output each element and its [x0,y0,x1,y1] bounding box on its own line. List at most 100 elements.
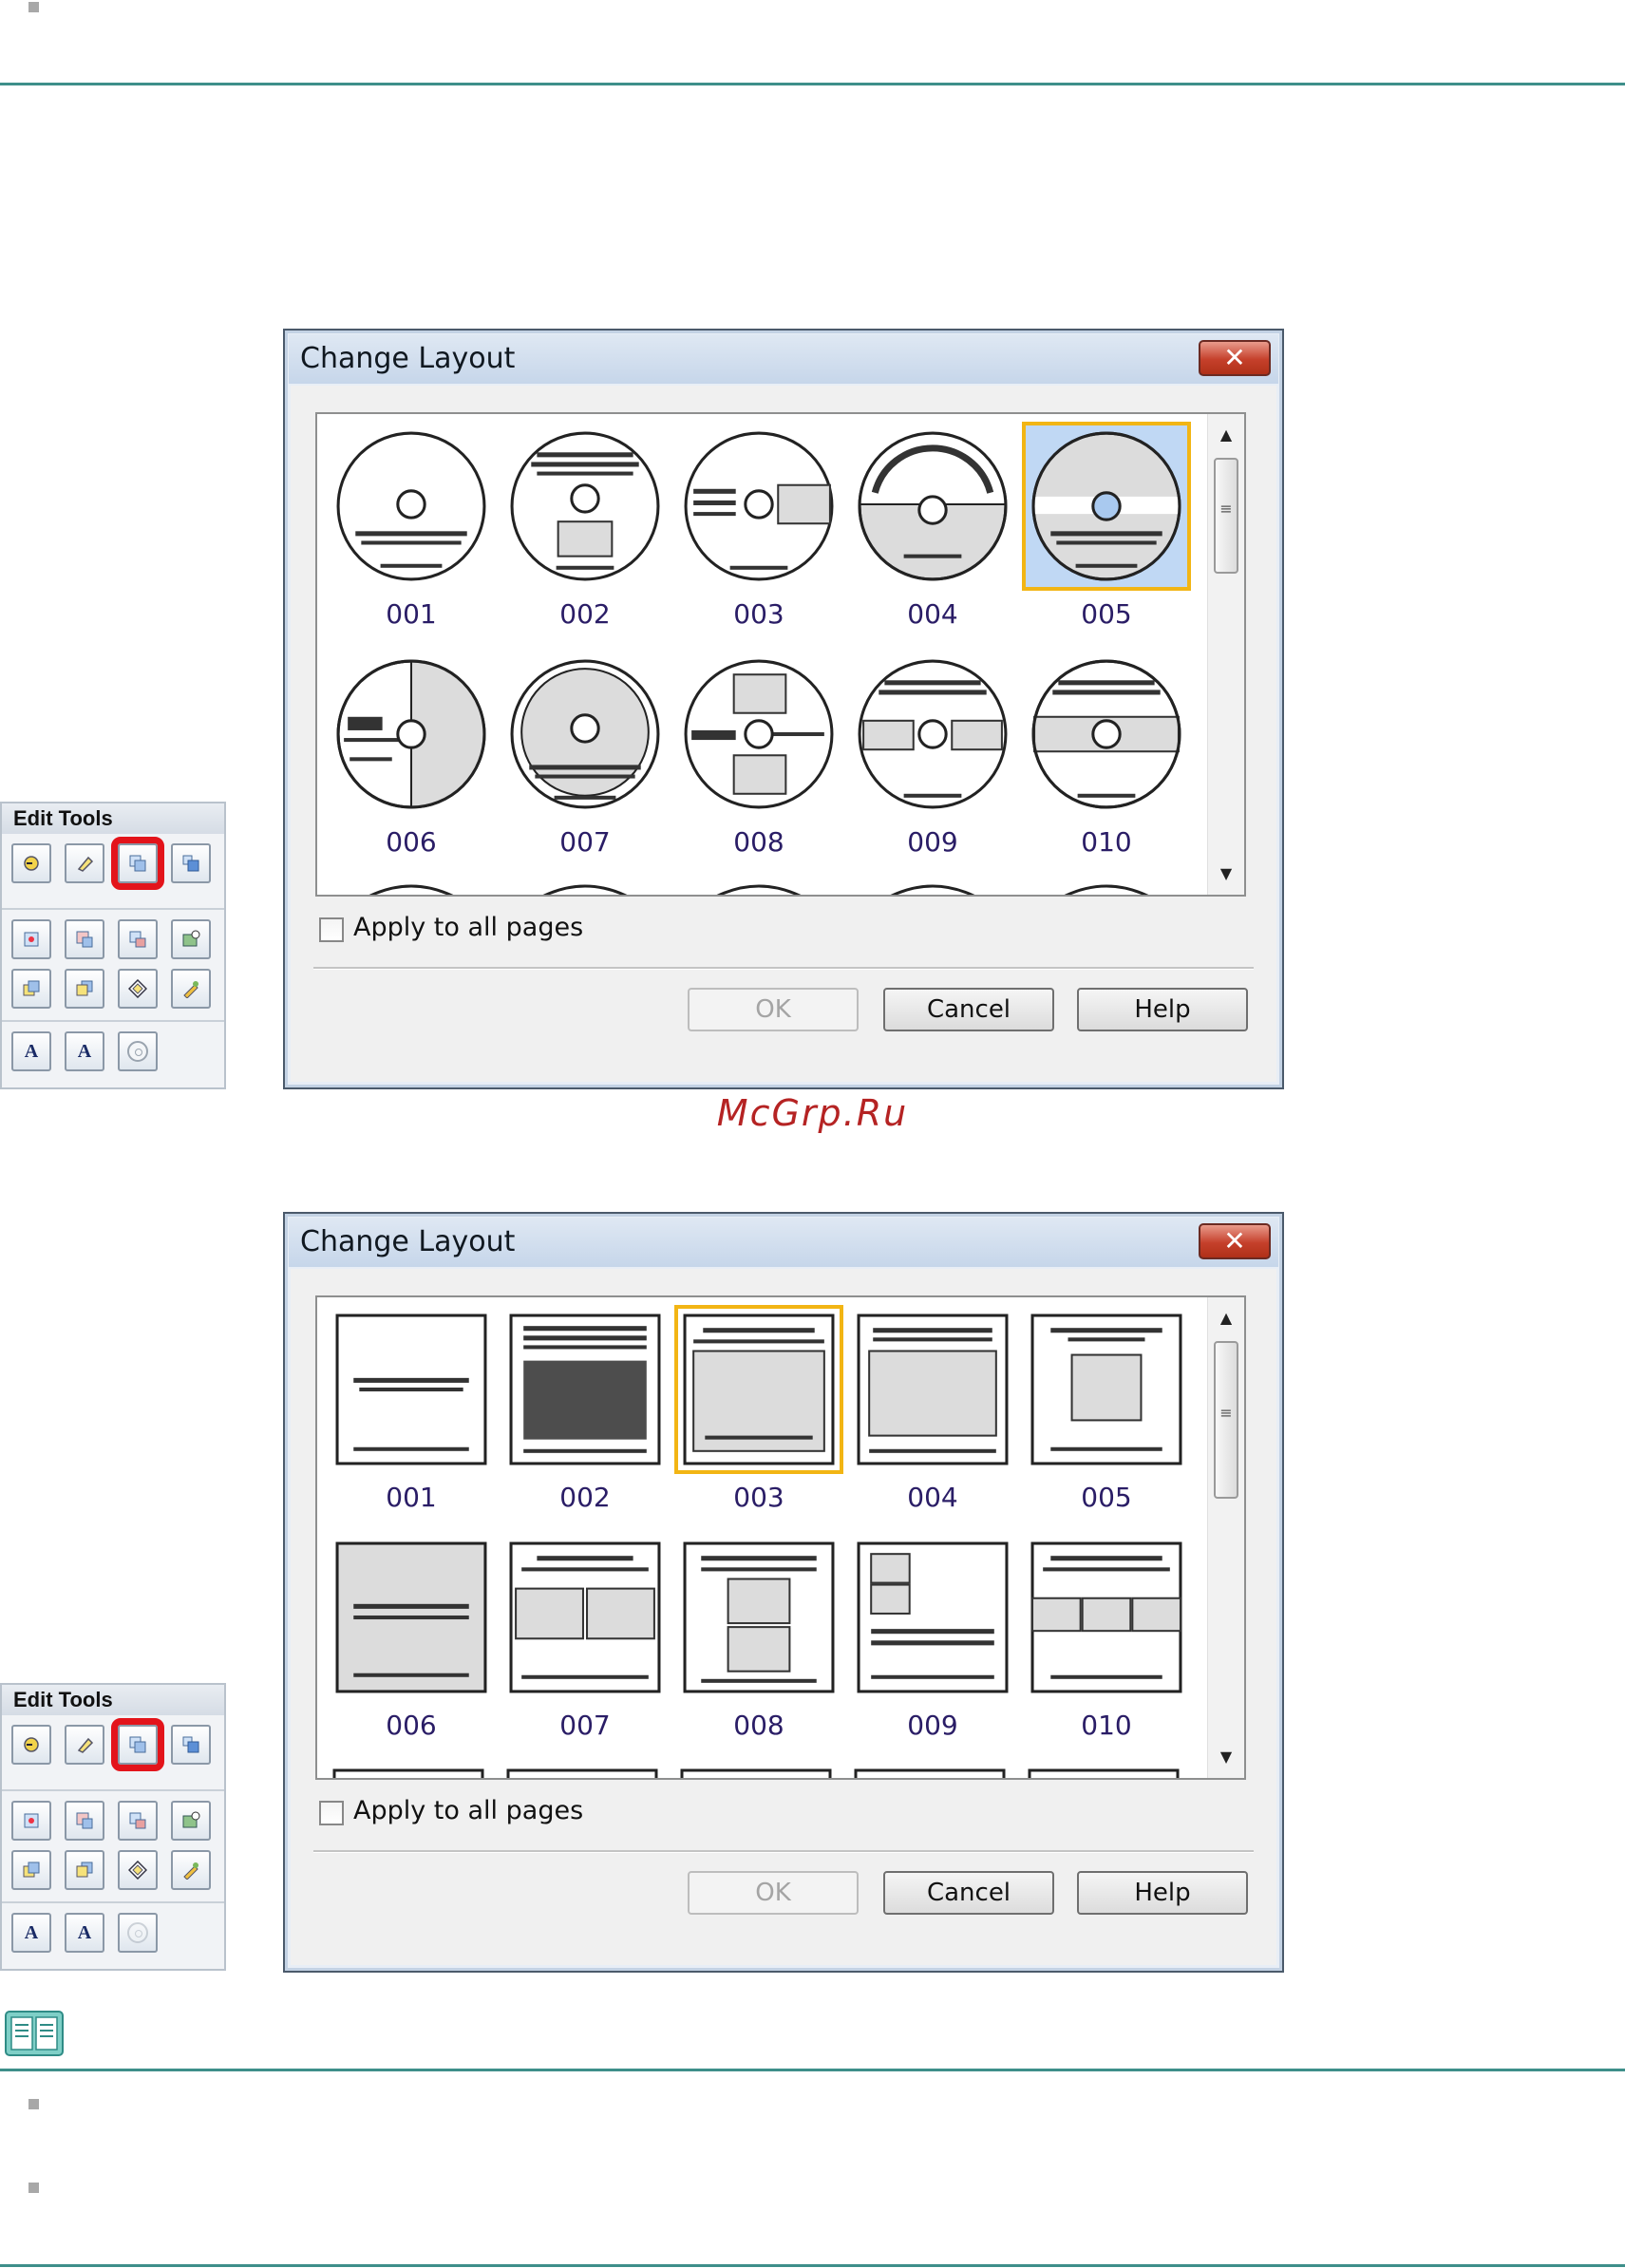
scroll-down-arrow-icon[interactable]: ▼ [1208,1742,1244,1772]
layout-item-001[interactable]: 001 [327,422,496,640]
section-divider [0,2069,1625,2071]
background-icon [182,1736,199,1753]
layout-item-001[interactable]: 001 [327,1305,496,1523]
layout-item-002[interactable]: 002 [501,422,670,640]
cancel-button[interactable]: Cancel [883,1871,1054,1915]
layout-thumbnail [683,1314,835,1465]
image-properties-tool-button[interactable] [171,919,211,959]
scroll-thumb[interactable]: ≡ [1214,1341,1238,1499]
list-scrollbar[interactable]: ▲ ≡ ▼ [1207,1297,1244,1778]
dialog-separator [313,1850,1254,1853]
scroll-thumb[interactable]: ≡ [1214,458,1238,574]
background-tool-button[interactable] [171,843,211,883]
layout-thumbnail [1030,1541,1182,1693]
layout-label: 008 [733,1710,784,1741]
disc-label-tool-button[interactable] [118,1913,158,1953]
apply-all-checkbox[interactable] [319,1801,344,1825]
forward-tool-button[interactable] [11,1850,51,1890]
layout-item-009[interactable]: 009 [848,1533,1017,1751]
send-backward-icon [76,980,93,996]
apply-all-label: Apply to all pages [353,1796,584,1825]
ok-button[interactable]: OK [688,988,859,1031]
section-divider [0,2264,1625,2267]
effects-tool-button[interactable] [171,1850,211,1890]
layout-item-003[interactable]: 003 [674,422,843,640]
help-button[interactable]: Help [1077,988,1248,1031]
apply-all-checkbox[interactable] [319,917,344,942]
layout-item-008[interactable]: 008 [674,1533,843,1751]
swap-image-tool-button[interactable] [118,919,158,959]
add-text-tool-button[interactable]: A [11,1913,51,1953]
layout-item-005[interactable]: 005 [1022,422,1191,640]
backward-tool-button[interactable] [65,969,104,1009]
cancel-button[interactable]: Cancel [883,988,1054,1031]
layout-list[interactable]: 001 002 003 004 005 006 007 008 009 010 … [315,1295,1246,1780]
flip-tool-button[interactable] [65,843,104,883]
bullet-marker [28,2183,39,2193]
layout-item-004[interactable]: 004 [848,1305,1017,1523]
background-tool-button[interactable] [171,1725,211,1765]
forward-tool-button[interactable] [11,969,51,1009]
rotate-icon [24,1737,39,1752]
swap-image-tool-button[interactable] [118,1801,158,1841]
layout-item-009[interactable]: 009 [848,650,1017,868]
ok-button[interactable]: OK [688,1871,859,1915]
change-layout-tool-button[interactable] [111,837,164,890]
layout-item-010[interactable]: 010 [1022,1533,1191,1751]
layout-item-007[interactable]: 007 [501,1533,670,1751]
text-icon: A [24,1041,39,1062]
scroll-up-arrow-icon[interactable]: ▲ [1208,1303,1244,1333]
layout-thumbnail [683,1541,835,1693]
bullet-marker [28,2099,39,2109]
layout-label: 002 [559,1482,611,1513]
layout-item-010[interactable]: 010 [1022,650,1191,868]
frame-tool-button[interactable] [118,1850,158,1890]
close-button[interactable]: ✕ [1199,340,1271,376]
layout-thumbnail [510,659,660,809]
effects-tool-button[interactable] [171,969,211,1009]
crop-tool-button[interactable] [65,1801,104,1841]
add-image-tool-button[interactable] [11,1801,51,1841]
palette-title: Edit Tools [2,803,224,834]
layout-label: 002 [559,598,611,630]
disc-label-tool-button[interactable] [118,1031,158,1071]
add-text-tool-button[interactable]: A [11,1031,51,1071]
flip-tool-button[interactable] [65,1725,104,1765]
dialog-body: 001 002 003 004 005 006 007 008 009 010 … [291,386,1276,1082]
scroll-down-arrow-icon[interactable]: ▼ [1208,859,1244,889]
layout-icon [129,855,146,872]
frame-tool-button[interactable] [118,969,158,1009]
layout-item-002[interactable]: 002 [501,1305,670,1523]
grip-icon: ≡ [1219,500,1233,518]
layout-thumbnail [509,1314,661,1465]
layout-thumbnail [335,1314,487,1465]
change-layout-dialog-page: Change Layout ✕ 001 002 003 004 005 006 … [283,1212,1284,1973]
backward-tool-button[interactable] [65,1850,104,1890]
add-image-tool-button[interactable] [11,919,51,959]
crop-tool-button[interactable] [65,919,104,959]
layout-list[interactable]: 001 002 003 004 005 006 007 008 009 010 … [315,412,1246,897]
image-properties-tool-button[interactable] [171,1801,211,1841]
layout-thumbnail [1031,659,1181,809]
layout-item-005[interactable]: 005 [1022,1305,1191,1523]
close-button[interactable]: ✕ [1199,1223,1271,1259]
rotate-tool-button[interactable] [11,1725,51,1765]
layout-label: 001 [386,1482,437,1513]
scroll-up-arrow-icon[interactable]: ▲ [1208,420,1244,450]
vertical-text-tool-button[interactable]: A [65,1913,104,1953]
layout-item-004[interactable]: 004 [848,422,1017,640]
bring-forward-icon [23,1862,40,1878]
vertical-text-tool-button[interactable]: A [65,1031,104,1071]
help-button[interactable]: Help [1077,1871,1248,1915]
change-layout-tool-button[interactable] [111,1718,164,1771]
layout-item-008[interactable]: 008 [674,650,843,868]
layout-item-006[interactable]: 006 [327,1533,496,1751]
list-scrollbar[interactable]: ▲ ≡ ▼ [1207,414,1244,895]
layout-item-007[interactable]: 007 [501,650,670,868]
layout-item-003[interactable]: 003 [674,1305,843,1523]
grip-icon: ≡ [1219,1404,1233,1422]
change-layout-dialog-disc: Change Layout ✕ 001 002 003 004 005 006 … [283,329,1284,1089]
crop-icon [76,1812,93,1829]
rotate-tool-button[interactable] [11,843,51,883]
layout-item-006[interactable]: 006 [327,650,496,868]
